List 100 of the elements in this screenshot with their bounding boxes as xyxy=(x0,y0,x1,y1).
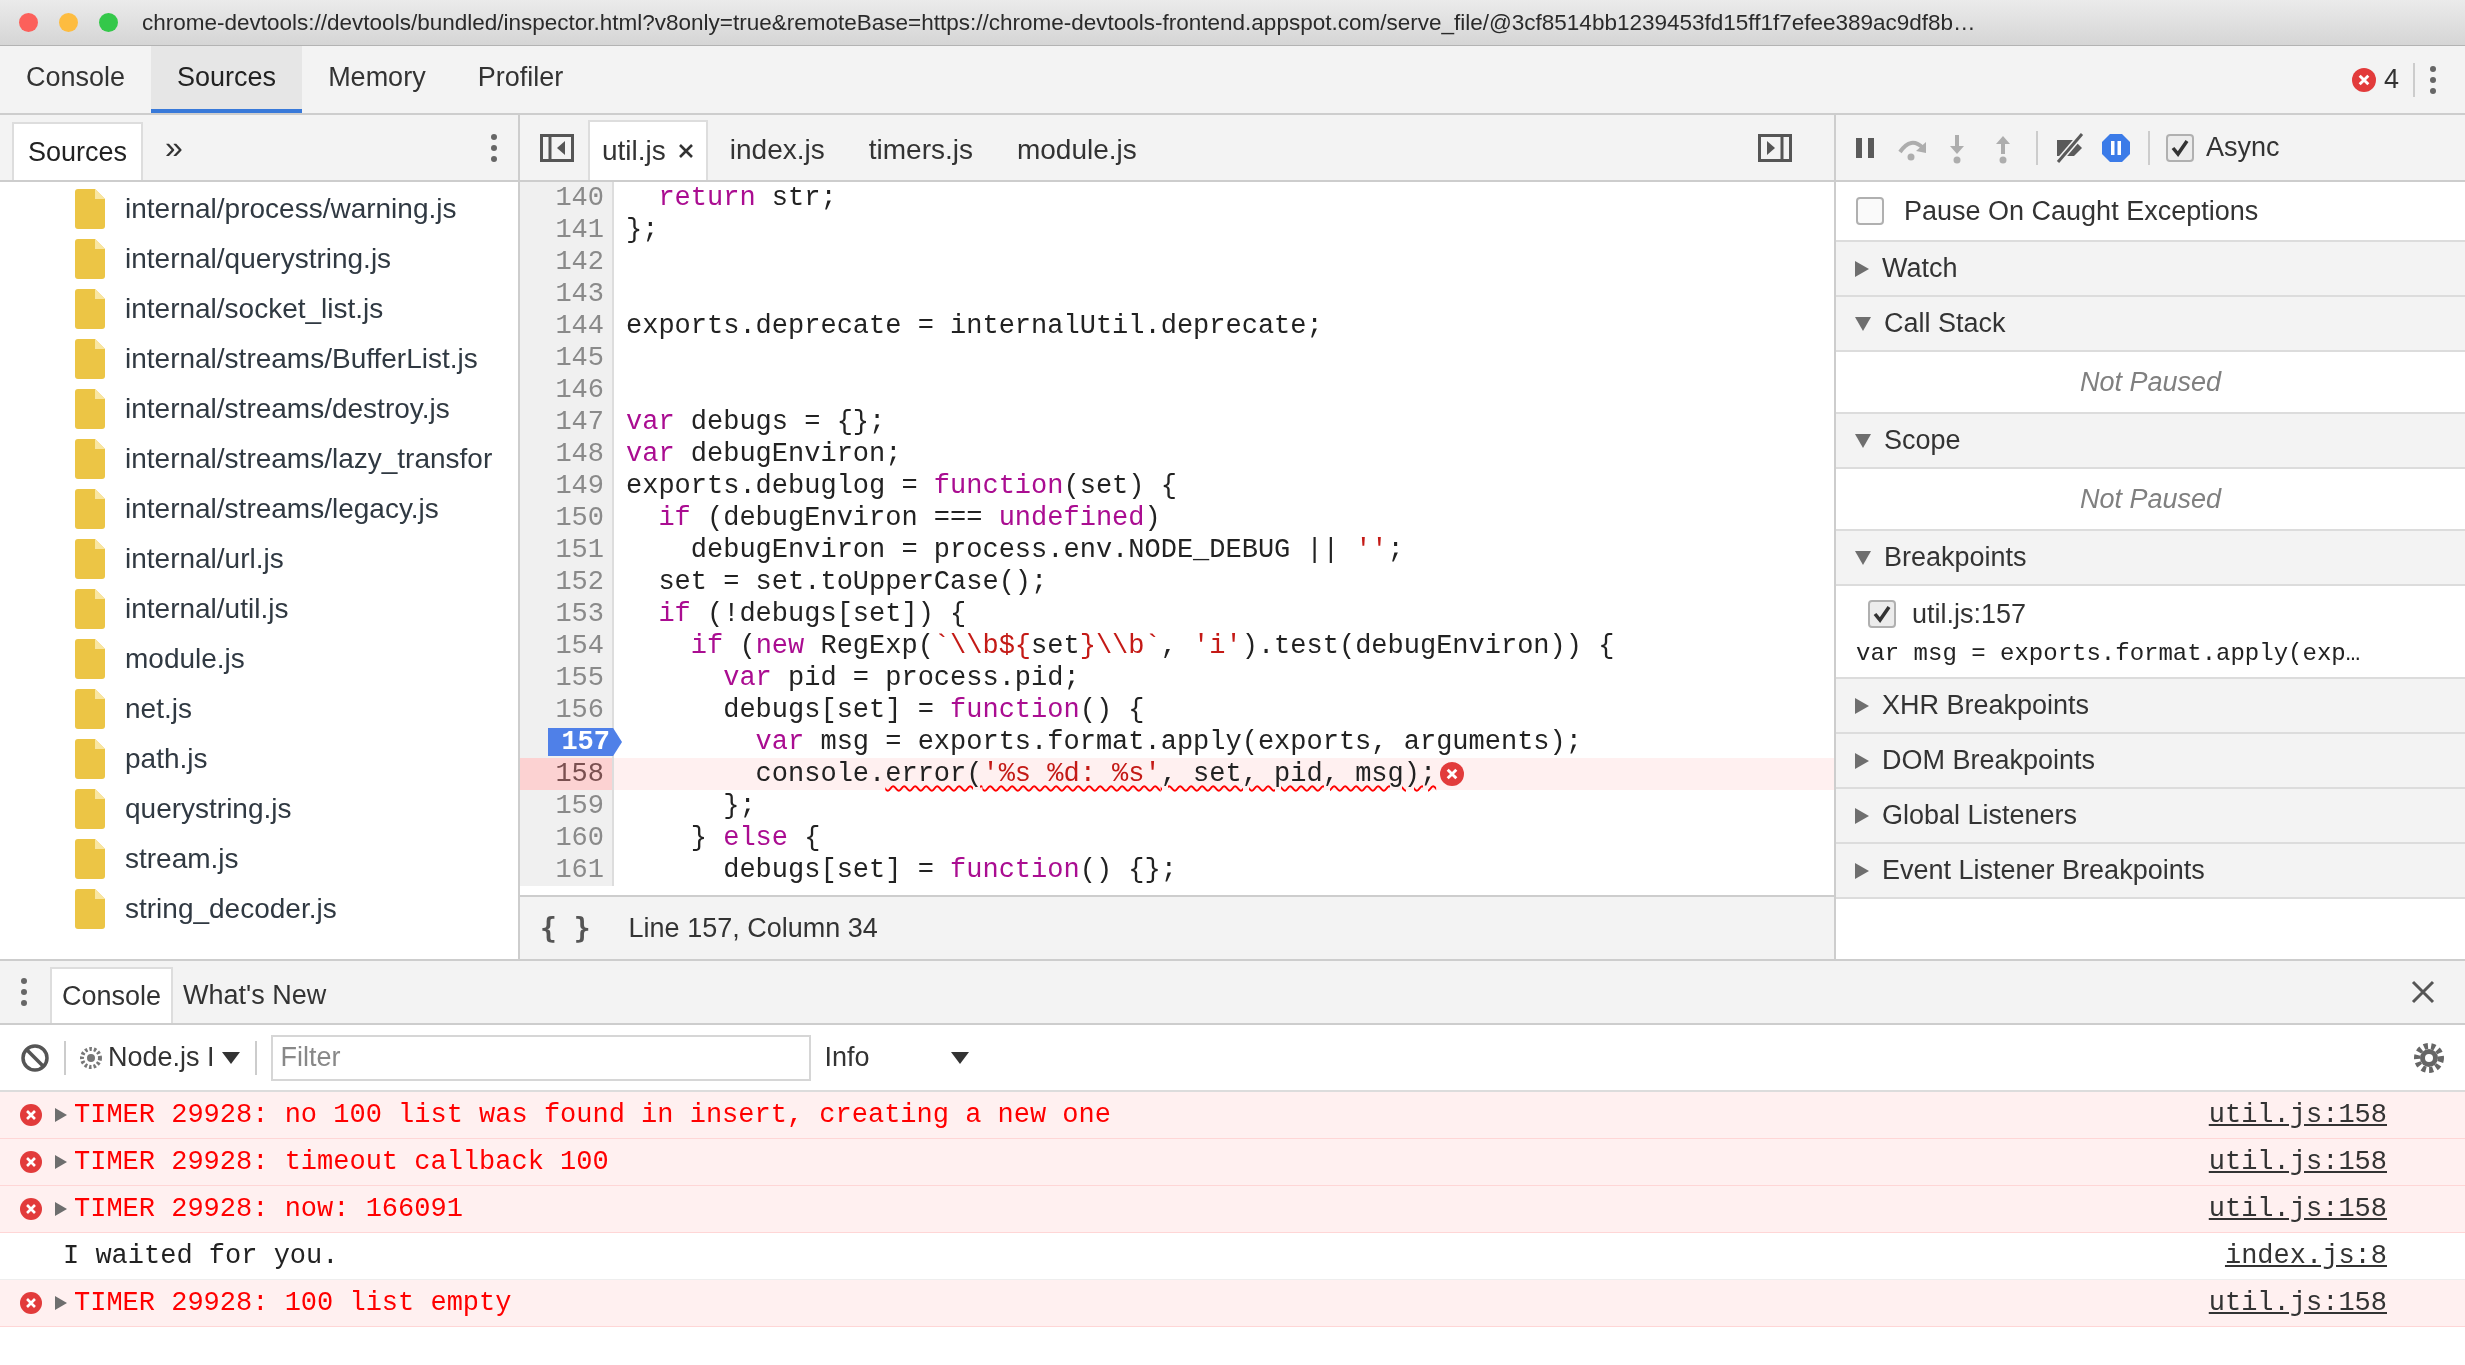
file-tab[interactable]: index.js xyxy=(715,120,855,180)
source-link[interactable]: util.js:158 xyxy=(2208,1147,2387,1177)
source-link[interactable]: util.js:158 xyxy=(2208,1194,2387,1224)
line-number: 140 xyxy=(554,182,605,214)
breakpoint-location[interactable]: util.js:157 xyxy=(1912,598,2027,630)
file-tab[interactable]: timers.js xyxy=(854,120,1003,180)
line-number: 153 xyxy=(554,598,605,630)
breakpoint-checkbox[interactable] xyxy=(1868,600,1896,628)
deactivate-breakpoints-icon[interactable] xyxy=(2054,131,2086,164)
expand-arrow-icon[interactable] xyxy=(54,1295,68,1311)
file-icon xyxy=(75,789,105,829)
file-item[interactable]: internal/process/warning.js xyxy=(125,193,457,225)
more-options-icon[interactable] xyxy=(20,977,28,1007)
filter-field[interactable]: Filter xyxy=(270,1034,811,1081)
file-item[interactable]: internal/streams/legacy.js xyxy=(125,493,439,525)
line-number: 154 xyxy=(554,630,605,662)
file-item[interactable]: internal/streams/lazy_transfor xyxy=(125,443,493,475)
file-icon xyxy=(75,689,105,729)
panel-tab[interactable]: Profiler xyxy=(451,46,590,113)
file-tab[interactable]: util.js xyxy=(588,120,708,180)
toggle-debugger-icon[interactable] xyxy=(1758,133,1792,162)
code-text: if (debugEnviron === undefined) xyxy=(657,503,1161,533)
file-icon xyxy=(75,289,105,329)
file-item[interactable]: querystring.js xyxy=(125,793,292,825)
empty-message: Not Paused xyxy=(2079,366,2222,398)
file-item[interactable]: internal/querystring.js xyxy=(125,243,392,275)
file-item[interactable]: module.js xyxy=(125,643,245,675)
async-checkbox[interactable] xyxy=(2166,133,2194,162)
collapsed-arrow-icon[interactable] xyxy=(1854,861,1870,880)
line-number: 147 xyxy=(554,406,605,438)
line-number: 150 xyxy=(554,502,605,534)
expand-arrow-icon[interactable] xyxy=(54,1107,68,1123)
code-text: }; xyxy=(626,215,659,245)
panel-tab[interactable]: Sources xyxy=(151,46,303,113)
expanded-arrow-icon[interactable] xyxy=(1854,549,1872,566)
drawer-tab[interactable]: Console xyxy=(50,967,174,1023)
window-title: chrome-devtools://devtools/bundled/inspector.html?v8only=true&remoteBase=https://chrome-devtools-frontend.appspot.com/serve_file/@3cf8514bb1239453fd15ff1f7efee389ac9df8b… xyxy=(142,9,1976,36)
file-icon xyxy=(75,739,105,779)
clear-console-icon[interactable] xyxy=(20,1042,50,1073)
code-text: var debugEnviron; xyxy=(626,439,902,469)
source-link[interactable]: util.js:158 xyxy=(2208,1100,2387,1130)
pause-on-exceptions-icon[interactable] xyxy=(2100,131,2132,164)
close-window-button[interactable] xyxy=(19,13,38,32)
panel-tab[interactable]: Console xyxy=(0,46,152,113)
settings-icon[interactable] xyxy=(2413,1041,2445,1074)
source-link[interactable]: util.js:158 xyxy=(2208,1288,2387,1318)
section-header[interactable]: DOM Breakpoints xyxy=(1836,734,2465,789)
file-icon xyxy=(75,889,105,929)
close-icon[interactable] xyxy=(2411,980,2435,1004)
file-icon xyxy=(75,589,105,629)
pause-on-caught-checkbox[interactable] xyxy=(1856,197,1884,225)
expand-arrow-icon[interactable] xyxy=(54,1201,68,1217)
pretty-print-button[interactable]: { } xyxy=(540,911,591,945)
context-selector[interactable]: Node.js I xyxy=(80,1042,241,1073)
section-header[interactable]: Breakpoints xyxy=(1836,531,2465,586)
line-number: 148 xyxy=(554,438,605,470)
close-icon[interactable] xyxy=(677,143,694,159)
more-options-icon[interactable] xyxy=(490,132,498,163)
file-item[interactable]: internal/streams/destroy.js xyxy=(125,393,450,425)
file-item[interactable]: internal/url.js xyxy=(125,543,284,575)
expanded-arrow-icon[interactable] xyxy=(1854,432,1872,449)
file-item[interactable]: internal/streams/BufferList.js xyxy=(125,343,478,375)
source-link[interactable]: index.js:8 xyxy=(2224,1241,2387,1271)
collapsed-arrow-icon[interactable] xyxy=(1854,259,1870,278)
log-level-dropdown[interactable]: Info xyxy=(824,1042,970,1073)
code-text: var debugs = {}; xyxy=(626,407,886,437)
section-header[interactable]: Call Stack xyxy=(1836,297,2465,352)
file-item[interactable]: string_decoder.js xyxy=(125,893,337,925)
file-item[interactable]: path.js xyxy=(125,743,208,775)
file-icon xyxy=(75,189,105,229)
expanded-arrow-icon[interactable] xyxy=(1854,315,1872,332)
collapsed-arrow-icon[interactable] xyxy=(1854,806,1870,825)
error-icon xyxy=(20,1104,42,1126)
line-number: 160 xyxy=(554,822,605,854)
section-header[interactable]: Global Listeners xyxy=(1836,789,2465,844)
file-item[interactable]: internal/util.js xyxy=(125,593,289,625)
menu-icon[interactable] xyxy=(2429,64,2437,95)
navigator-tab[interactable]: Sources xyxy=(12,122,144,180)
section-header[interactable]: Event Listener Breakpoints xyxy=(1836,844,2465,899)
section-header[interactable]: XHR Breakpoints xyxy=(1836,679,2465,734)
section-header[interactable]: Scope xyxy=(1836,414,2465,469)
collapsed-arrow-icon[interactable] xyxy=(1854,696,1870,715)
file-tab[interactable]: module.js xyxy=(1002,120,1167,180)
file-icon xyxy=(75,239,105,279)
file-item[interactable]: stream.js xyxy=(125,843,239,875)
drawer-tab[interactable]: What's New xyxy=(173,967,337,1023)
panel-tab[interactable]: Memory xyxy=(302,46,452,113)
more-tabs-button[interactable]: » xyxy=(143,129,205,166)
breakpoint-code: var msg = exports.format.apply(exp… xyxy=(1855,639,2362,667)
expand-arrow-icon[interactable] xyxy=(54,1154,68,1170)
collapsed-arrow-icon[interactable] xyxy=(1854,751,1870,770)
file-item[interactable]: net.js xyxy=(125,693,192,725)
toggle-navigator-icon[interactable] xyxy=(540,133,574,162)
breakpoint-marker[interactable]: 157 xyxy=(548,728,622,756)
section-header[interactable]: Watch xyxy=(1836,242,2465,297)
file-item[interactable]: internal/socket_list.js xyxy=(125,293,384,325)
code-text: console.error('%s %d: %s', set, pid, msg); xyxy=(754,759,1437,789)
checkbox-label: Pause On Caught Exceptions xyxy=(1904,195,2259,227)
code-text: return str; xyxy=(657,183,837,213)
code-text: debugs[set] = function() { xyxy=(722,695,1145,725)
